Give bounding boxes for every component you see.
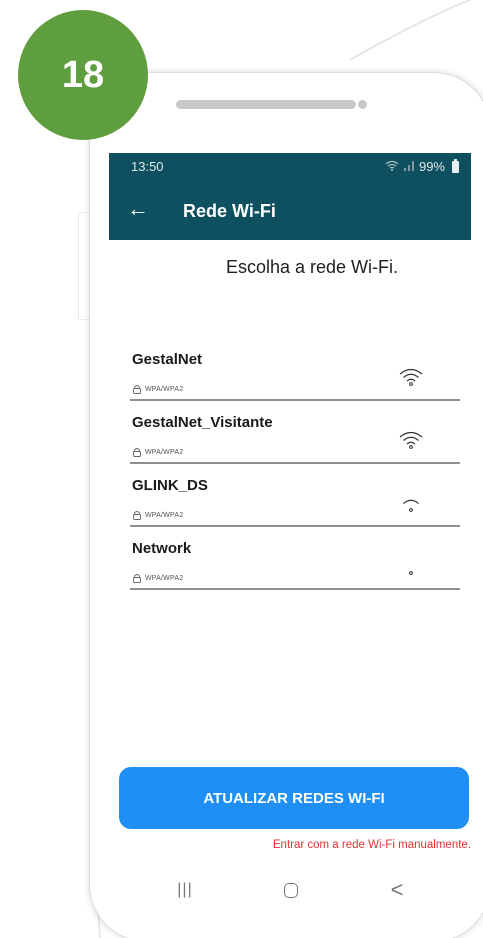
wifi-signal-icon — [399, 368, 423, 386]
status-indicators: 99% — [385, 158, 459, 174]
security-label: WPA/WPA2 — [145, 385, 184, 393]
network-name: Network — [132, 540, 192, 557]
wifi-status-icon — [385, 160, 399, 174]
step-badge: 18 — [18, 10, 148, 140]
wifi-signal-icon — [409, 571, 413, 575]
lock-icon — [133, 574, 141, 583]
network-security: WPA/WPA2 — [132, 447, 183, 457]
refresh-networks-button[interactable]: ATUALIZAR REDES WI-FI — [119, 767, 469, 829]
phone-screen: 13:50 99% ← Rede Wi-Fi Escolha a rede Wi… — [109, 153, 471, 865]
lock-icon — [133, 448, 141, 457]
phone-frame: 13:50 99% ← Rede Wi-Fi Escolha a rede Wi… — [90, 73, 483, 938]
network-security: WPA/WPA2 — [132, 510, 183, 520]
battery-percent: 99% — [418, 159, 445, 174]
system-nav-bar: ||| < — [109, 865, 471, 915]
manual-network-link[interactable]: Entrar com a rede Wi-Fi manualmente. — [273, 839, 471, 851]
recents-icon[interactable]: ||| — [165, 875, 205, 905]
signal-icon — [403, 160, 415, 174]
step-number: 18 — [61, 53, 105, 96]
network-name: GestalNet — [132, 351, 203, 368]
status-bar: 13:50 99% — [109, 153, 471, 183]
phone-camera — [358, 100, 367, 109]
network-list: GestalNet WPA/WPA2 GestalNet_Visitante W… — [130, 338, 460, 590]
wifi-signal-icon — [399, 431, 423, 449]
network-security: WPA/WPA2 — [132, 384, 183, 394]
security-label: WPA/WPA2 — [145, 511, 184, 519]
network-name: GLINK_DS — [132, 477, 208, 494]
network-item-glink-ds[interactable]: GLINK_DS WPA/WPA2 — [130, 464, 460, 527]
back-icon[interactable]: < — [377, 875, 417, 905]
app-bar: ← Rede Wi-Fi — [109, 183, 471, 240]
network-name: GestalNet_Visitante — [132, 414, 273, 431]
home-icon[interactable] — [271, 875, 311, 905]
page-title: Rede Wi-Fi — [183, 201, 276, 221]
lock-icon — [133, 385, 141, 394]
status-time: 13:50 — [131, 159, 164, 174]
network-item-network[interactable]: Network WPA/WPA2 — [130, 527, 460, 590]
wifi-signal-icon — [403, 499, 419, 512]
arrow-left-icon[interactable]: ← — [127, 196, 149, 222]
lock-icon — [133, 511, 141, 520]
security-label: WPA/WPA2 — [145, 448, 184, 456]
phone-speaker — [176, 100, 356, 109]
screen-subtitle: Escolha a rede Wi-Fi. — [225, 257, 399, 277]
network-item-gestalnet[interactable]: GestalNet WPA/WPA2 — [130, 338, 460, 401]
security-label: WPA/WPA2 — [145, 574, 184, 582]
battery-icon — [452, 158, 459, 173]
network-security: WPA/WPA2 — [132, 573, 183, 583]
network-item-gestalnet-visitante[interactable]: GestalNet_Visitante WPA/WPA2 — [130, 401, 460, 464]
